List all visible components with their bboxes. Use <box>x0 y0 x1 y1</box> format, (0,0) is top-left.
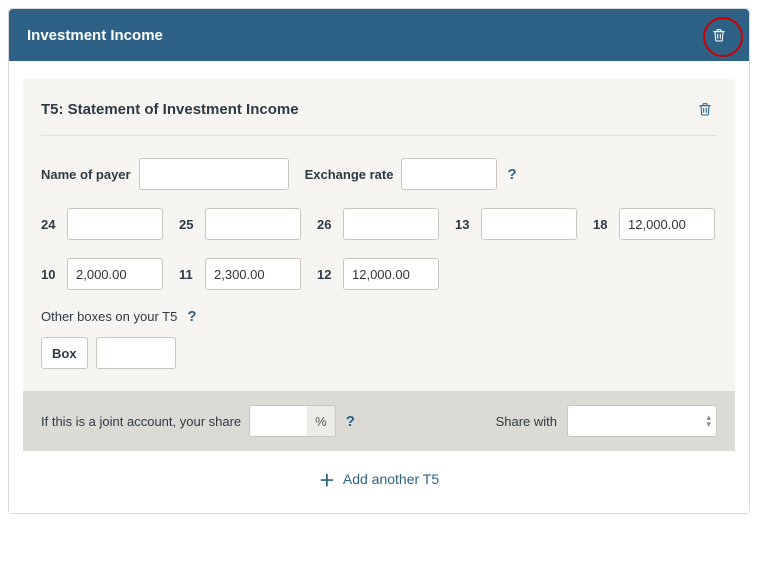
help-icon[interactable]: ? <box>505 166 518 183</box>
joint-label: If this is a joint account, your share <box>41 414 241 429</box>
other-boxes-label-row: Other boxes on your T5 ? <box>41 308 717 325</box>
box-10-field: 10 <box>41 258 163 290</box>
share-right: Share with ▴▾ <box>496 405 717 437</box>
box-10-label: 10 <box>41 267 59 282</box>
card-header: Investment Income <box>9 9 749 61</box>
plus-icon: ＋ <box>319 467 335 491</box>
other-box-row: Box <box>41 337 717 369</box>
box-12-label: 12 <box>317 267 335 282</box>
trash-icon <box>697 101 713 117</box>
panel-title: T5: Statement of Investment Income <box>41 101 299 118</box>
share-select-wrap: ▴▾ <box>567 405 717 437</box>
box-12-field: 12 <box>317 258 439 290</box>
boxes-row-2: 10 11 12 <box>41 258 717 290</box>
pct-group: % <box>249 405 336 437</box>
trash-icon <box>711 27 727 43</box>
box-11-field: 11 <box>179 258 301 290</box>
joint-left: If this is a joint account, your share %… <box>41 405 357 437</box>
payer-label: Name of payer <box>41 167 131 182</box>
panel-header: T5: Statement of Investment Income <box>41 97 717 136</box>
exchange-input[interactable] <box>401 158 497 190</box>
payer-row: Name of payer Exchange rate ? <box>41 158 717 190</box>
joint-account-strip: If this is a joint account, your share %… <box>23 391 735 451</box>
box-12-input[interactable] <box>343 258 439 290</box>
box-24-field: 24 <box>41 208 163 240</box>
investment-income-card: Investment Income T5: Statement of Inves… <box>8 8 750 514</box>
delete-t5-button[interactable] <box>693 97 717 121</box>
box-chip: Box <box>41 337 88 369</box>
box-18-input[interactable] <box>619 208 715 240</box>
exchange-label: Exchange rate <box>305 167 394 182</box>
pct-input[interactable] <box>249 405 307 437</box>
pct-symbol: % <box>307 405 336 437</box>
card-body: T5: Statement of Investment Income Name … <box>9 61 749 513</box>
payer-input[interactable] <box>139 158 289 190</box>
box-13-label: 13 <box>455 217 473 232</box>
box-24-input[interactable] <box>67 208 163 240</box>
box-25-label: 25 <box>179 217 197 232</box>
t5-panel: T5: Statement of Investment Income Name … <box>23 79 735 451</box>
share-label: Share with <box>496 414 557 429</box>
delete-section-button[interactable] <box>707 23 731 47</box>
boxes-row-1: 24 25 26 13 18 <box>41 208 717 240</box>
box-11-input[interactable] <box>205 258 301 290</box>
help-icon[interactable]: ? <box>185 308 198 325</box>
box-18-field: 18 <box>593 208 715 240</box>
box-26-field: 26 <box>317 208 439 240</box>
payer-field: Name of payer <box>41 158 289 190</box>
box-25-input[interactable] <box>205 208 301 240</box>
box-24-label: 24 <box>41 217 59 232</box>
add-another-t5-link[interactable]: ＋ Add another T5 <box>319 467 439 491</box>
box-26-label: 26 <box>317 217 335 232</box>
box-10-input[interactable] <box>67 258 163 290</box>
box-25-field: 25 <box>179 208 301 240</box>
box-13-field: 13 <box>455 208 577 240</box>
box-26-input[interactable] <box>343 208 439 240</box>
add-row: ＋ Add another T5 <box>23 451 735 499</box>
add-another-label: Add another T5 <box>343 471 439 487</box>
other-boxes-label: Other boxes on your T5 <box>41 309 177 324</box>
box-11-label: 11 <box>179 267 197 282</box>
other-box-input[interactable] <box>96 337 176 369</box>
exchange-field: Exchange rate ? <box>305 158 519 190</box>
share-select[interactable] <box>567 405 717 437</box>
card-title: Investment Income <box>27 27 163 44</box>
help-icon[interactable]: ? <box>344 413 357 430</box>
box-13-input[interactable] <box>481 208 577 240</box>
box-18-label: 18 <box>593 217 611 232</box>
